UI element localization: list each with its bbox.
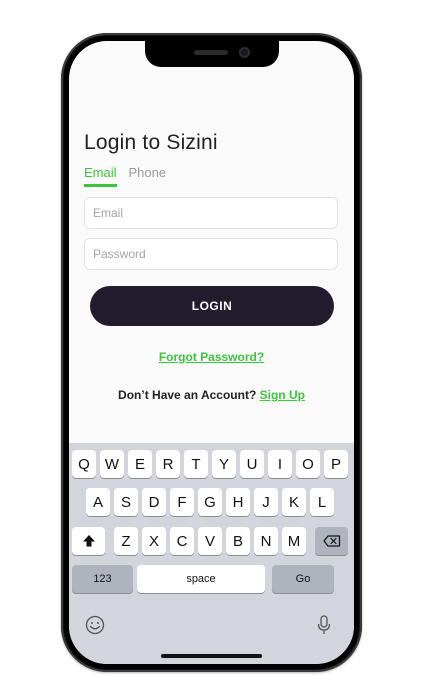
forgot-password-row: Forgot Password? bbox=[69, 350, 354, 364]
key-b[interactable]: B bbox=[226, 527, 250, 555]
email-field[interactable] bbox=[84, 197, 338, 229]
backspace-key[interactable] bbox=[315, 527, 348, 555]
signup-link[interactable]: Sign Up bbox=[260, 388, 305, 402]
key-j[interactable]: J bbox=[254, 488, 278, 516]
key-d[interactable]: D bbox=[142, 488, 166, 516]
home-indicator bbox=[161, 654, 262, 658]
key-m[interactable]: M bbox=[282, 527, 306, 555]
forgot-password-link[interactable]: Forgot Password? bbox=[159, 350, 264, 364]
login-button[interactable]: LOGIN bbox=[90, 286, 334, 326]
speaker-grille bbox=[194, 50, 228, 55]
key-q[interactable]: Q bbox=[72, 450, 96, 478]
on-screen-keyboard: Q W E R T Y U I O P A S D F G H J K L Z … bbox=[69, 443, 354, 664]
emoji-icon bbox=[85, 615, 105, 635]
login-method-tabs: Email Phone bbox=[84, 165, 178, 187]
key-c[interactable]: C bbox=[170, 527, 194, 555]
front-camera-icon bbox=[239, 47, 250, 58]
page-title: Login to Sizini bbox=[84, 131, 218, 154]
key-p[interactable]: P bbox=[324, 450, 348, 478]
numbers-key[interactable]: 123 bbox=[72, 565, 133, 593]
key-n[interactable]: N bbox=[254, 527, 278, 555]
microphone-icon bbox=[317, 615, 331, 634]
key-x[interactable]: X bbox=[142, 527, 166, 555]
password-field[interactable] bbox=[84, 238, 338, 270]
shift-key[interactable] bbox=[72, 527, 105, 555]
key-z[interactable]: Z bbox=[114, 527, 138, 555]
key-y[interactable]: Y bbox=[212, 450, 236, 478]
tab-phone[interactable]: Phone bbox=[129, 165, 167, 187]
key-u[interactable]: U bbox=[240, 450, 264, 478]
go-key[interactable]: Go bbox=[272, 565, 334, 593]
key-s[interactable]: S bbox=[114, 488, 138, 516]
phone-screen: Login to Sizini Email Phone LOGIN Forgot… bbox=[69, 41, 354, 664]
key-t[interactable]: T bbox=[184, 450, 208, 478]
key-h[interactable]: H bbox=[226, 488, 250, 516]
key-f[interactable]: F bbox=[170, 488, 194, 516]
key-o[interactable]: O bbox=[296, 450, 320, 478]
key-i[interactable]: I bbox=[268, 450, 292, 478]
signup-prompt: Don’t Have an Account? bbox=[118, 388, 257, 402]
key-g[interactable]: G bbox=[198, 488, 222, 516]
signup-row: Don’t Have an Account? Sign Up bbox=[69, 388, 354, 402]
microphone-key[interactable] bbox=[312, 613, 336, 637]
key-w[interactable]: W bbox=[100, 450, 124, 478]
key-l[interactable]: L bbox=[310, 488, 334, 516]
backspace-icon bbox=[322, 535, 340, 547]
space-key[interactable]: space bbox=[137, 565, 265, 593]
key-k[interactable]: K bbox=[282, 488, 306, 516]
key-v[interactable]: V bbox=[198, 527, 222, 555]
key-e[interactable]: E bbox=[128, 450, 152, 478]
key-r[interactable]: R bbox=[156, 450, 180, 478]
phone-frame: Login to Sizini Email Phone LOGIN Forgot… bbox=[61, 33, 362, 672]
shift-arrow-icon bbox=[82, 535, 95, 547]
notch bbox=[145, 41, 279, 67]
key-a[interactable]: A bbox=[86, 488, 110, 516]
tab-email[interactable]: Email bbox=[84, 165, 117, 187]
emoji-key[interactable] bbox=[83, 613, 107, 637]
